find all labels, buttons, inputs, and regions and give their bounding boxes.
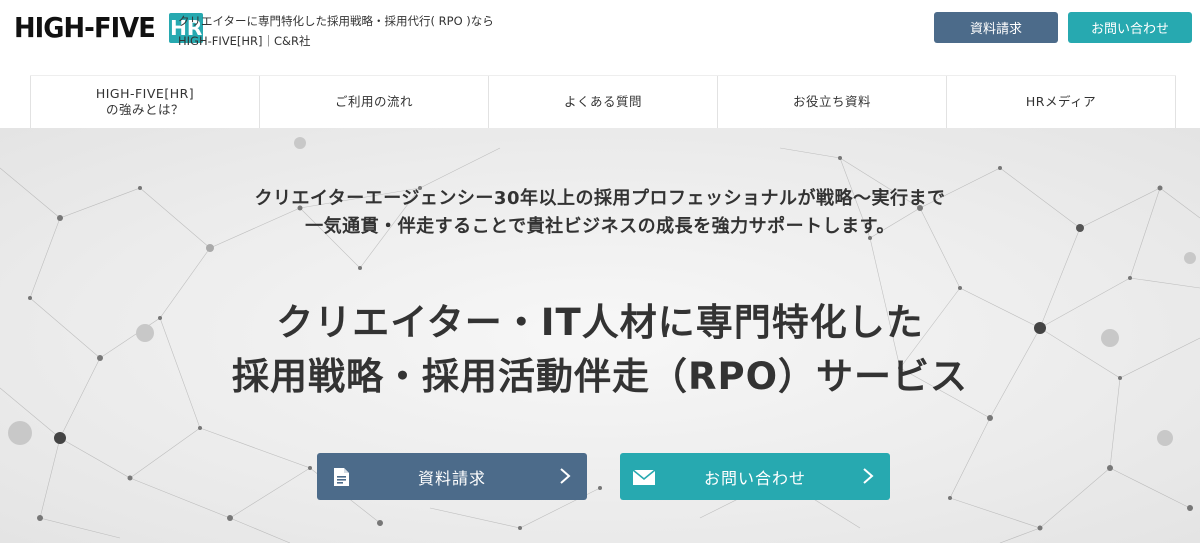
nav-item-flow[interactable]: ご利用の流れ <box>259 76 488 128</box>
global-nav: HIGH-FIVE[HR] の強みとは？ ご利用の流れ よくある質問 お役立ち資… <box>30 75 1176 128</box>
hero-lead: クリエイターエージェンシー30年以上の採用プロフェッショナルが戦略〜実行まで 一… <box>0 185 1200 241</box>
nav-item-faq[interactable]: よくある質問 <box>488 76 717 128</box>
header-contact-button[interactable]: お問い合わせ <box>1068 12 1192 43</box>
hero-headline: クリエイター・IT人材に専門特化した 採用戦略・採用活動伴走（RPO）サービス <box>0 296 1200 404</box>
hero-lead-line2: 一気通貫・伴走することで貴社ビジネスの成長を強力サポートします。 <box>305 216 895 237</box>
header-doc-request-button[interactable]: 資料請求 <box>934 12 1058 43</box>
nav-item-resources[interactable]: お役立ち資料 <box>717 76 946 128</box>
envelope-icon <box>632 469 656 485</box>
chevron-right-icon <box>560 468 571 484</box>
hero-headline-line1: クリエイター・IT人材に専門特化した <box>276 301 924 344</box>
hero-contact-button[interactable]: お問い合わせ <box>620 453 890 500</box>
hero-doc-request-button[interactable]: 資料請求 <box>317 453 587 500</box>
hero-contact-label: お問い合わせ <box>703 468 806 488</box>
tagline-line1: クリエイターに専門特化した採用戦略・採用代行( RPO )なら <box>178 14 494 28</box>
tagline: クリエイターに専門特化した採用戦略・採用代行( RPO )なら HIGH-FIV… <box>178 11 494 51</box>
logo[interactable]: HIGH-FIVE HR <box>14 10 204 46</box>
logo-text: HIGH-FIVE <box>14 11 156 44</box>
site-header: HIGH-FIVE HR クリエイターに専門特化した採用戦略・採用代行( RPO… <box>0 0 1200 75</box>
hero-lead-line1: クリエイターエージェンシー30年以上の採用プロフェッショナルが戦略〜実行まで <box>254 188 946 209</box>
nav-item-strengths[interactable]: HIGH-FIVE[HR] の強みとは？ <box>30 76 259 128</box>
hero-headline-line2: 採用戦略・採用活動伴走（RPO）サービス <box>231 355 969 398</box>
hero-section: クリエイターエージェンシー30年以上の採用プロフェッショナルが戦略〜実行まで 一… <box>0 128 1200 543</box>
tagline-line2: HIGH-FIVE[HR]｜C&R社 <box>178 34 311 48</box>
hero-doc-request-label: 資料請求 <box>417 468 486 488</box>
nav-item-hr-media[interactable]: HRメディア <box>946 76 1176 128</box>
chevron-right-icon <box>863 468 874 484</box>
document-icon <box>334 468 349 486</box>
